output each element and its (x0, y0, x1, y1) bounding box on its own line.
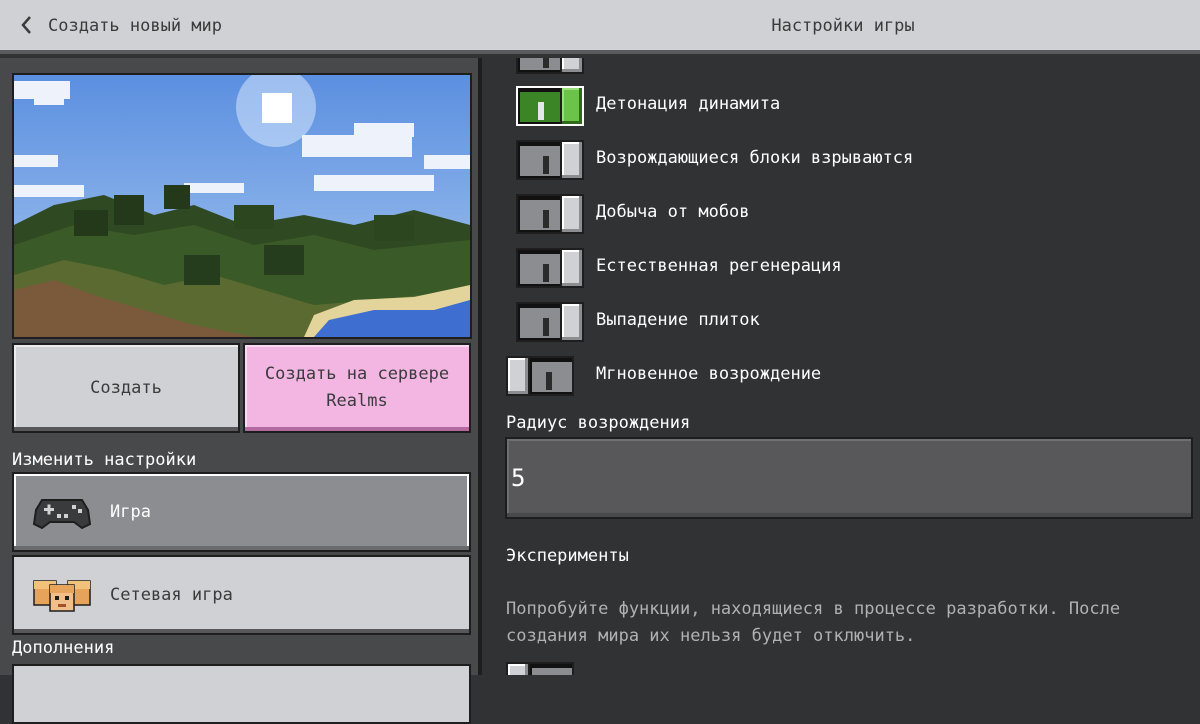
setting-row: Возрождающиеся блоки взрываются (516, 140, 1196, 184)
nav-item-multiplayer-label: Сетевая игра (110, 585, 233, 605)
setting-row: Детонация динамита (516, 86, 1196, 130)
immediate-respawn-toggle[interactable] (506, 356, 574, 396)
setting-label: Мгновенное возрождение (596, 364, 822, 384)
addons-heading: Дополнения (12, 638, 115, 658)
mob-loot-toggle[interactable] (516, 194, 584, 234)
setting-row: Естественная регенерация (516, 248, 1196, 292)
setting-label: Естественная регенерация (596, 256, 842, 276)
nav-item-game-label: Игра (110, 502, 151, 522)
natural-regeneration-toggle[interactable] (516, 248, 584, 288)
world-preview-image (12, 73, 472, 339)
setting-label: Возрождающиеся блоки взрываются (596, 148, 914, 168)
left-panel: Создать Создать на сервере Realms Измени… (0, 58, 482, 724)
setting-row: Мгновенное возрождение (506, 356, 1186, 400)
settings-heading: Изменить настройки (12, 450, 197, 470)
respawn-radius-input[interactable] (505, 437, 1193, 519)
setting-label: Выпадение плиток (596, 310, 760, 330)
chevron-left-icon (21, 16, 31, 34)
respawn-blocks-explode-toggle[interactable] (516, 140, 584, 180)
setting-row: Выпадение плиток (516, 302, 1196, 346)
create-button[interactable]: Создать (12, 343, 240, 433)
tile-drops-toggle[interactable] (516, 302, 584, 342)
setting-toggle[interactable] (516, 58, 584, 74)
nav-item-game[interactable]: Игра (12, 472, 471, 552)
create-on-realms-button[interactable]: Создать на сервере Realms (243, 343, 471, 433)
gamepad-icon (32, 499, 92, 530)
setting-label: Детонация динамита (596, 94, 781, 114)
experiments-heading: Эксперименты (506, 546, 629, 566)
top-bar: Создать новый мир Настройки игры (0, 0, 1200, 54)
game-settings-panel: Детонация динамита Возрождающиеся блоки … (486, 58, 1200, 675)
setting-label: Добыча от мобов (596, 202, 750, 222)
experiment-toggle[interactable] (506, 662, 574, 675)
setting-row (506, 662, 1186, 675)
tnt-explodes-toggle[interactable] (516, 86, 584, 126)
back-button[interactable]: Создать новый мир (0, 0, 260, 54)
nav-item-addons[interactable] (12, 664, 471, 724)
experiments-description: Попробуйте функции, находящиеся в процес… (506, 599, 1121, 646)
back-button-label: Создать новый мир (48, 16, 222, 36)
nav-item-multiplayer[interactable]: Сетевая игра (12, 555, 471, 635)
setting-row (516, 58, 1196, 78)
setting-row: Добыча от мобов (516, 194, 1196, 238)
respawn-radius-label: Радиус возрождения (506, 413, 691, 433)
page-title: Настройки игры (771, 16, 915, 36)
players-icon (33, 580, 91, 612)
